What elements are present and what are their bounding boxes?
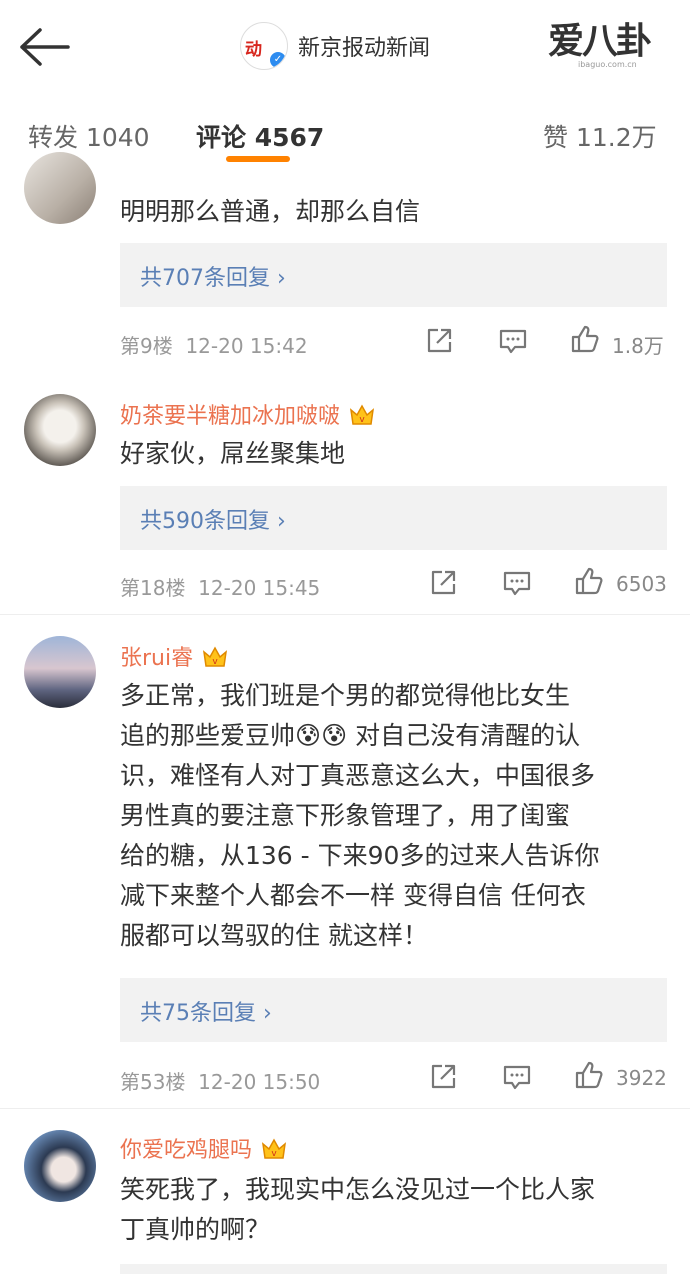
comment-item: 你爱吃鸡腿吗 v 笑死我了，我现实中怎么没见过一个比人家 丁真帅的啊？ <box>0 1108 690 1274</box>
back-arrow-icon[interactable] <box>16 26 72 68</box>
timestamp: 12-20 15:42 <box>185 334 308 358</box>
replies-link-partial[interactable] <box>120 1264 667 1274</box>
like-icon[interactable] <box>574 1060 604 1090</box>
vip-crown-icon: v <box>349 404 375 425</box>
username-row: 你爱吃鸡腿吗 v <box>120 1132 288 1164</box>
repost-icon[interactable] <box>424 326 454 356</box>
like-count: 6503 <box>616 572 667 596</box>
comment-meta: 第9楼 12-20 15:42 <box>120 330 308 359</box>
replies-link[interactable]: 共590条回复 › <box>120 486 667 550</box>
tab-likes[interactable]: 赞 11.2万 <box>543 118 657 154</box>
like-count: 3922 <box>616 1066 667 1090</box>
comment-text: 多正常，我们班是个男的都觉得他比女生 追的那些爱豆帅😰😰 对自己没有清醒的认 识… <box>120 676 675 956</box>
svg-text:v: v <box>212 657 218 667</box>
comment-text-line: 减下来整个人都会不一样 变得自信 任何衣 <box>120 881 586 910</box>
chevron-right-icon: › <box>277 509 286 534</box>
top-bar: 动 ✓ 新京报动新闻 爱八卦 ibaguo.com.cn <box>0 0 690 93</box>
vip-crown-icon: v <box>261 1138 287 1159</box>
chevron-right-icon: › <box>277 266 286 291</box>
active-tab-indicator <box>226 156 290 162</box>
source-avatar[interactable]: 动 ✓ <box>240 22 288 70</box>
vip-crown-icon: v <box>203 646 228 667</box>
username-row: 奶茶要半糖加冰加啵啵 v <box>120 398 376 430</box>
comment-text-line: 给的糖，从136 - 下来90多的过来人告诉你 <box>120 841 600 870</box>
comment-meta: 第18楼 12-20 15:45 <box>120 572 320 601</box>
comment-icon[interactable] <box>502 568 532 598</box>
like-count: 1.8万 <box>612 334 664 358</box>
svg-text:v: v <box>359 415 365 425</box>
avatar[interactable] <box>24 394 96 466</box>
replies-link[interactable]: 共707条回复 › <box>120 243 667 307</box>
comment-icon[interactable] <box>498 326 528 356</box>
comment-text-line: 男性真的要注意下形象管理了，用了闺蜜 <box>120 801 571 830</box>
replies-count: 共75条回复 › <box>140 1001 272 1026</box>
floor-number: 第18楼 <box>120 576 186 600</box>
username-row: 张rui睿 v <box>120 640 229 672</box>
avatar[interactable] <box>24 636 96 708</box>
watermark-logo: 爱八卦 <box>548 20 652 62</box>
comment-text: 好家伙，屌丝聚集地 <box>120 439 346 468</box>
comment-item: 张rui睿 v 多正常，我们班是个男的都觉得他比女生 追的那些爱豆帅😰😰 对自己… <box>0 614 690 1109</box>
comment-text-line: 追的那些爱豆帅😰😰 对自己没有清醒的认 <box>120 721 581 750</box>
tab-repost[interactable]: 转发 1040 <box>28 118 150 154</box>
timestamp: 12-20 15:45 <box>198 576 321 600</box>
comment-text-line: 服都可以驾驭的住 就这样！ <box>120 921 428 950</box>
source-name[interactable]: 新京报动新闻 <box>298 30 430 62</box>
like-icon[interactable] <box>574 566 604 596</box>
source-account[interactable]: 动 ✓ 新京报动新闻 <box>240 22 430 70</box>
repost-icon[interactable] <box>428 568 458 598</box>
comment-meta: 第53楼 12-20 15:50 <box>120 1066 320 1095</box>
comment-text-line: 笑死我了，我现实中怎么没见过一个比人家 <box>120 1175 596 1204</box>
replies-link[interactable]: 共75条回复 › <box>120 978 667 1042</box>
replies-count: 共707条回复 › <box>140 266 286 291</box>
comment-text-line: 多正常，我们班是个男的都觉得他比女生 <box>120 681 571 710</box>
comment-item: 奶茶要半糖加冰加啵啵 v 好家伙，屌丝聚集地 共590条回复 › 第18楼 12… <box>0 372 690 615</box>
comment-text-line: 丁真帅的啊？ <box>120 1215 271 1244</box>
avatar[interactable] <box>24 152 96 224</box>
verified-badge-icon: ✓ <box>270 52 286 68</box>
avatar[interactable] <box>24 1130 96 1202</box>
comment-text: 笑死我了，我现实中怎么没见过一个比人家 丁真帅的啊？ <box>120 1170 675 1250</box>
username[interactable]: 你爱吃鸡腿吗 <box>120 1132 252 1164</box>
tab-bar: 转发 1040 评论 4567 赞 11.2万 <box>0 92 690 172</box>
replies-count: 共590条回复 › <box>140 509 286 534</box>
comment-text: 明明那么普通，却那么自信 <box>120 197 421 226</box>
tab-comments[interactable]: 评论 4567 <box>196 118 324 154</box>
username[interactable]: 张rui睿 <box>120 640 193 672</box>
svg-text:v: v <box>271 1149 277 1159</box>
source-logo: 动 <box>245 40 262 60</box>
username[interactable]: 奶茶要半糖加冰加啵啵 <box>120 398 340 430</box>
comment-icon[interactable] <box>502 1062 532 1092</box>
timestamp: 12-20 15:50 <box>198 1070 321 1094</box>
watermark-url: ibaguo.com.cn <box>578 60 637 69</box>
chevron-right-icon: › <box>263 1001 272 1026</box>
floor-number: 第9楼 <box>120 334 173 358</box>
floor-number: 第53楼 <box>120 1070 186 1094</box>
comment-text-line: 识，难怪有人对丁真恶意这么大，中国很多 <box>120 761 596 790</box>
repost-icon[interactable] <box>428 1062 458 1092</box>
site-watermark: 爱八卦 ibaguo.com.cn <box>548 12 678 70</box>
like-icon[interactable] <box>570 324 600 354</box>
